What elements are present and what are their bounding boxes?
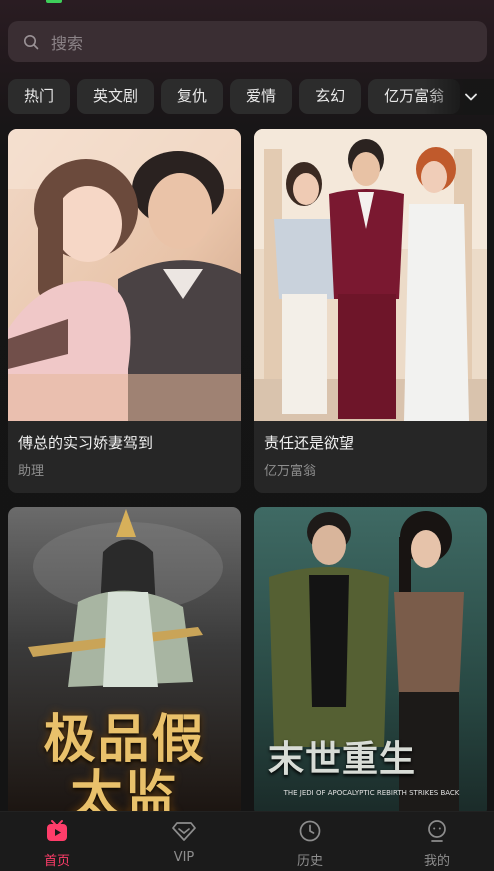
profile-icon: [425, 819, 449, 843]
app-screen: 搜索 热门 英文剧 复仇 爱情 玄幻 亿万富翁 傅总的实习娇妻驾到 助理 责任还…: [0, 0, 494, 871]
bottom-nav: 首页 VIP 历史 我的: [0, 811, 494, 871]
tag-fantasy[interactable]: 玄幻: [299, 79, 362, 114]
tag-bar-fade: [424, 79, 494, 115]
drama-tag: 亿万富翁: [264, 464, 317, 479]
poster-title-art: 极品假太监: [43, 709, 206, 818]
nav-label: VIP: [173, 850, 195, 865]
nav-home[interactable]: 首页: [17, 812, 97, 871]
drama-title: 责任还是欲望: [264, 434, 355, 452]
drama-poster: 极品假太监: [8, 507, 241, 817]
drama-poster: [8, 129, 241, 421]
drama-title: 傅总的实习娇妻驾到: [18, 434, 154, 452]
tag-hot[interactable]: 热门: [8, 79, 71, 114]
search-icon: [23, 34, 39, 50]
drama-tag: 助理: [18, 464, 45, 479]
home-icon: [45, 819, 69, 843]
nav-vip[interactable]: VIP: [144, 812, 224, 871]
status-bar-indicator: [46, 0, 62, 3]
search-placeholder: 搜索: [51, 33, 84, 53]
category-tag-bar: 热门 英文剧 复仇 爱情 玄幻 亿万富翁: [8, 79, 494, 115]
chevron-down-icon: [465, 86, 477, 105]
tag-romance[interactable]: 爱情: [230, 79, 293, 114]
search-bar[interactable]: 搜索: [8, 21, 487, 62]
nav-history[interactable]: 历史: [270, 812, 350, 871]
tag-english-drama[interactable]: 英文剧: [77, 79, 155, 114]
history-clock-icon: [298, 819, 322, 843]
drama-card[interactable]: 责任还是欲望 亿万富翁: [254, 129, 487, 493]
nav-label: 我的: [423, 854, 450, 869]
drama-poster: 末世重生 THE JEDI OF APOCALYPTIC REBIRTH STR…: [254, 507, 487, 817]
drama-card[interactable]: 极品假太监: [8, 507, 241, 817]
expand-tags-button[interactable]: [464, 85, 478, 105]
poster-title-art: 末世重生: [268, 738, 417, 780]
drama-card[interactable]: 傅总的实习娇妻驾到 助理: [8, 129, 241, 493]
nav-label: 历史: [296, 854, 323, 869]
drama-poster: [254, 129, 487, 421]
nav-profile[interactable]: 我的: [397, 812, 477, 871]
vip-diamond-icon: [172, 819, 196, 843]
tag-revenge[interactable]: 复仇: [161, 79, 224, 114]
poster-subtitle-art: THE JEDI OF APOCALYPTIC REBIRTH STRIKES …: [283, 789, 460, 797]
drama-card[interactable]: 末世重生 THE JEDI OF APOCALYPTIC REBIRTH STR…: [254, 507, 487, 817]
nav-label: 首页: [43, 854, 70, 869]
